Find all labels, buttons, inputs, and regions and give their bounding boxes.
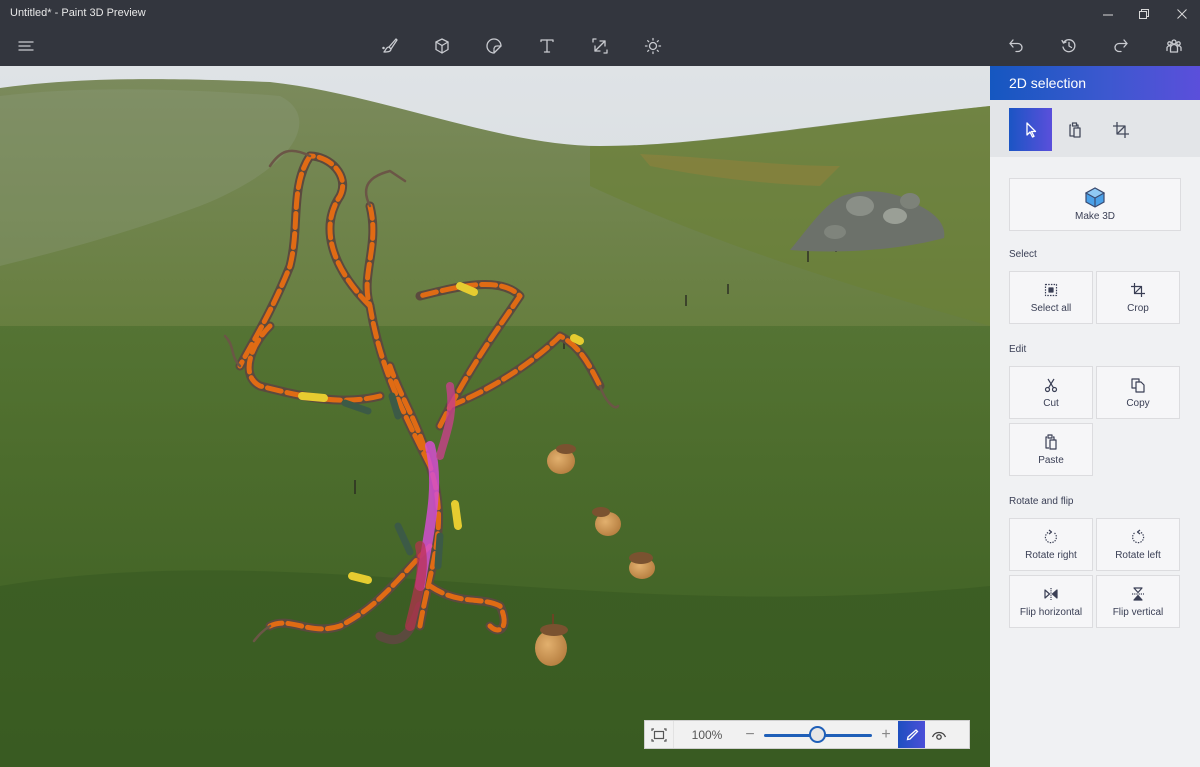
window-title: Untitled* - Paint 3D Preview: [10, 7, 146, 19]
close-button[interactable]: [1164, 0, 1200, 27]
acorn: [629, 552, 655, 579]
redo-button[interactable]: [1106, 33, 1136, 59]
cube-icon: [435, 38, 449, 54]
make-3d-label: Make 3D: [1074, 211, 1115, 222]
sun-icon: [644, 37, 662, 55]
minimize-icon: [1103, 14, 1113, 15]
canvas-image: [0, 66, 990, 767]
tab-crop[interactable]: [1099, 108, 1142, 151]
crop-button[interactable]: Crop: [1096, 271, 1180, 324]
rotate-right-label: Rotate right: [1025, 549, 1077, 561]
select-all-button[interactable]: Select all: [1009, 271, 1093, 324]
main-toolbar: [0, 27, 1200, 66]
zoom-out-button[interactable]: −: [740, 726, 760, 744]
panel-tabs: [990, 100, 1200, 157]
flip-horizontal-label: Flip horizontal: [1019, 606, 1083, 618]
3d-objects-button[interactable]: [427, 33, 457, 59]
undo-icon: [1009, 39, 1023, 53]
make-3d-button[interactable]: Make 3D: [1009, 178, 1181, 231]
cut-button[interactable]: Cut: [1009, 366, 1093, 419]
rotate-left-button[interactable]: Rotate left: [1096, 518, 1180, 571]
tab-paste[interactable]: [1053, 108, 1096, 151]
copy-label: Copy: [1126, 397, 1150, 409]
remix3d-button[interactable]: [1159, 33, 1189, 59]
paste-icon: [1045, 433, 1057, 450]
effects-button[interactable]: [638, 33, 668, 59]
edit-section-label: Edit: [1009, 344, 1027, 355]
rotate-right-icon: [1044, 529, 1057, 543]
select-section-label: Select: [1009, 249, 1037, 260]
stickers-button[interactable]: [479, 33, 509, 59]
sticker-icon: [486, 38, 502, 54]
draw-mode-button[interactable]: [898, 721, 925, 748]
flip-vertical-button[interactable]: Flip vertical: [1096, 575, 1180, 628]
history-button[interactable]: [1054, 33, 1084, 59]
rotate-left-icon: [1132, 529, 1145, 543]
brush-icon: [382, 38, 398, 53]
redo-icon: [1114, 39, 1128, 53]
history-icon: [1061, 39, 1076, 53]
select-all-label: Select all: [1030, 302, 1072, 314]
crop-icon: [1131, 282, 1145, 297]
clipboard-icon: [1068, 121, 1081, 138]
zoom-bar: 100% − +: [644, 720, 970, 749]
undo-button[interactable]: [1001, 33, 1031, 59]
eye-icon: [931, 731, 946, 740]
fit-screen-icon: [651, 727, 667, 742]
cube-3d-icon: [1085, 187, 1105, 208]
rotate-left-label: Rotate left: [1115, 549, 1161, 561]
minimize-button[interactable]: [1090, 0, 1126, 27]
flip-horizontal-button[interactable]: Flip horizontal: [1009, 575, 1093, 628]
paste-button[interactable]: Paste: [1009, 423, 1093, 476]
flip-vertical-label: Flip vertical: [1112, 606, 1164, 618]
crop-icon: [1112, 121, 1129, 138]
copy-button[interactable]: Copy: [1096, 366, 1180, 419]
flip-horizontal-icon: [1044, 587, 1058, 600]
select-all-icon: [1044, 283, 1058, 296]
zoom-slider[interactable]: [760, 721, 876, 748]
community-icon: [1166, 39, 1182, 53]
zoom-level: 100%: [691, 727, 723, 742]
canvas-button[interactable]: [585, 33, 615, 59]
close-icon: [1177, 8, 1187, 19]
restore-button[interactable]: [1126, 0, 1162, 27]
crop-label: Crop: [1127, 302, 1149, 314]
rotate-section-label: Rotate and flip: [1009, 496, 1074, 507]
hamburger-menu-icon: [18, 41, 34, 51]
restore-icon: [1139, 8, 1149, 19]
cursor-icon: [1025, 121, 1036, 138]
view-mode-button[interactable]: [925, 721, 952, 748]
panel-title: 2D selection: [990, 66, 1200, 100]
text-icon: [540, 39, 554, 53]
text-button[interactable]: [532, 33, 562, 59]
resize-icon: [592, 38, 608, 54]
scissors-icon: [1044, 378, 1058, 392]
pen-icon: [906, 728, 918, 740]
zoom-in-button[interactable]: +: [876, 726, 896, 744]
flip-vertical-icon: [1132, 586, 1144, 601]
drawing-canvas[interactable]: [0, 66, 990, 767]
side-panel: 2D selection Make 3D Select Select all C…: [990, 66, 1200, 767]
fit-to-screen-button[interactable]: [645, 721, 674, 748]
rotate-right-button[interactable]: Rotate right: [1009, 518, 1093, 571]
title-bar: Untitled* - Paint 3D Preview: [0, 0, 1200, 27]
copy-icon: [1131, 377, 1145, 393]
zoom-slider-thumb[interactable]: [808, 726, 826, 743]
paste-label: Paste: [1038, 454, 1064, 466]
cut-label: Cut: [1043, 397, 1059, 409]
tools-button[interactable]: [375, 33, 405, 59]
tab-select[interactable]: [1009, 108, 1052, 151]
menu-button[interactable]: [11, 33, 41, 59]
